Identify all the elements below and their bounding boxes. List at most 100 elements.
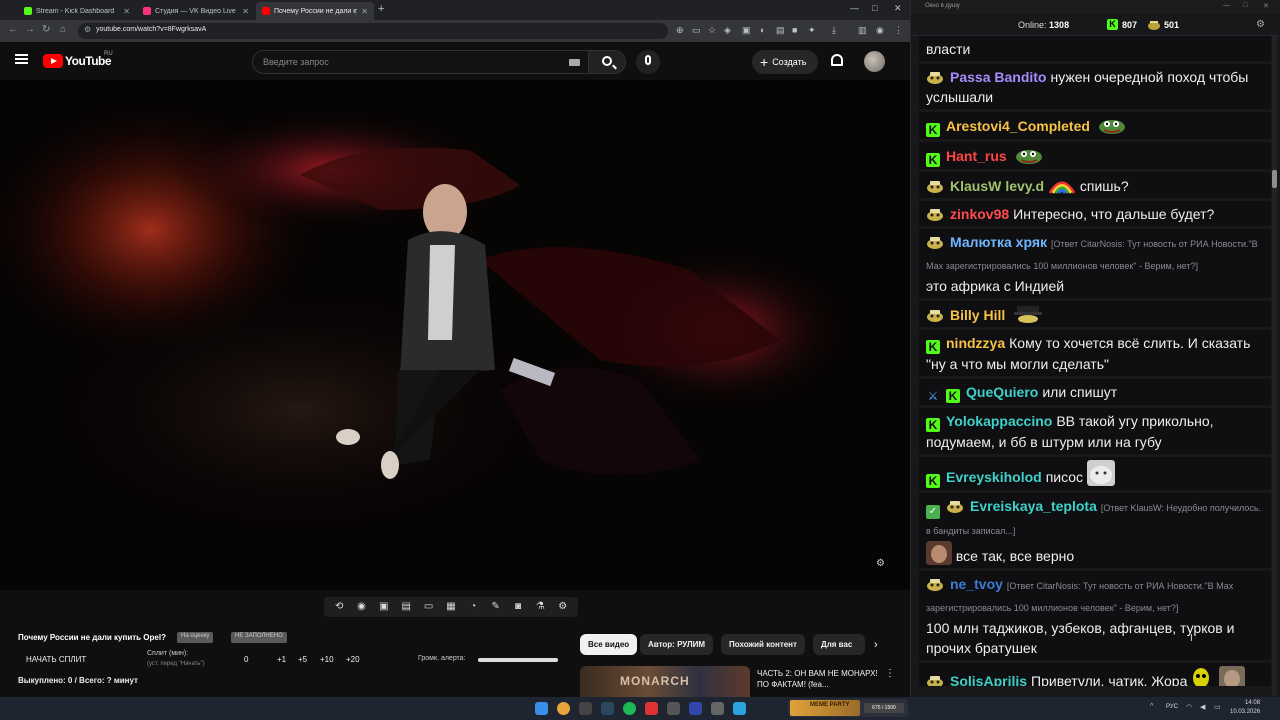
volume-icon[interactable]: ◀	[1200, 703, 1205, 711]
chat-username[interactable]: ne_tvoy	[950, 576, 1003, 592]
chat-username[interactable]: Arestovi4_Completed	[946, 118, 1090, 134]
chat-username[interactable]: QueQuiero	[966, 384, 1038, 400]
watch-icon[interactable]: ▣	[377, 601, 391, 613]
create-button[interactable]: + Создать	[752, 50, 818, 74]
alert-volume-slider[interactable]	[478, 658, 558, 662]
hamburger-menu-icon[interactable]	[15, 54, 28, 64]
tab-vk-studio[interactable]: Студия — VK Видео Live ✕	[137, 2, 255, 20]
close-window-icon[interactable]: ✕	[1263, 2, 1269, 10]
rating-pill[interactable]: На оценку	[177, 632, 214, 643]
clapper-icon[interactable]: ▤	[399, 601, 413, 613]
app-icon[interactable]	[579, 702, 592, 715]
chat-username[interactable]: SolisAprilis	[950, 673, 1027, 686]
split-plus-1-button[interactable]: +1	[277, 655, 286, 664]
close-window-icon[interactable]: ✕	[894, 3, 902, 14]
chat-username[interactable]: Yolokappaccino	[946, 413, 1052, 429]
status-pill[interactable]: НЕ ЗАПОЛНЕНО	[231, 632, 287, 643]
app-icon[interactable]	[689, 702, 702, 715]
minimize-icon[interactable]: —	[850, 3, 859, 13]
wifi-icon[interactable]: ◠	[1186, 703, 1192, 711]
chat-username[interactable]: KlausW	[950, 178, 1001, 194]
minimize-icon[interactable]: —	[1223, 2, 1230, 9]
profile-icon[interactable]: ◉	[876, 25, 884, 36]
flask-icon[interactable]: ⚗	[533, 601, 547, 613]
reload-icon[interactable]: ↻	[42, 24, 50, 35]
picture-in-picture-icon[interactable]: ▭	[422, 601, 436, 613]
new-tab-button[interactable]: +	[378, 3, 384, 15]
meme-party-widget[interactable]: MEME PARTY 675 / 1500	[788, 699, 908, 717]
edit-icon[interactable]: ✎	[489, 601, 503, 613]
chevron-right-icon[interactable]: ›	[874, 639, 878, 651]
maximize-icon[interactable]: □	[872, 3, 877, 13]
chat-username[interactable]: Billy Hill	[950, 307, 1005, 323]
extensions-puzzle-icon[interactable]: ✦	[808, 25, 816, 36]
youtube-logo-icon[interactable]	[43, 54, 63, 68]
chat-username[interactable]: Малютка хряк	[950, 234, 1047, 250]
chat-username[interactable]: Passa Bandito	[950, 69, 1046, 85]
chat-username[interactable]: levy.d	[1005, 178, 1044, 194]
split-plus-5-button[interactable]: +5	[298, 655, 307, 664]
close-tab-icon[interactable]: ✕	[242, 7, 249, 16]
url-field[interactable]: ⚙ youtube.com/watch?v=8FwgrksavA	[78, 23, 668, 39]
search-input[interactable]: Введите запрос	[252, 50, 590, 74]
extension-icon[interactable]: ▤	[776, 25, 785, 36]
more-options-icon[interactable]: ⋮	[885, 668, 895, 679]
search-button[interactable]	[588, 50, 626, 74]
notifications-bell-icon[interactable]	[831, 54, 843, 66]
chip-all-videos[interactable]: Все видео	[580, 634, 638, 655]
home-icon[interactable]: ⌂	[60, 24, 66, 35]
video-player[interactable]: ⚙	[0, 80, 910, 590]
extension-icon[interactable]: ▣	[742, 25, 751, 36]
chat-username[interactable]: Evreyskiholod	[946, 469, 1042, 485]
cast-icon[interactable]: ▭	[692, 25, 701, 36]
chat-username[interactable]: Hant_rus	[946, 148, 1007, 164]
avatar[interactable]	[864, 51, 885, 72]
filmstrip-icon[interactable]: ▦	[444, 601, 458, 613]
extension-icon[interactable]: ◐	[760, 25, 765, 35]
start-split-button[interactable]: НАЧАТЬ СПЛИТ	[26, 655, 86, 664]
chat-username[interactable]: zinkov98	[950, 206, 1009, 222]
chat-scrollbar[interactable]	[1272, 36, 1277, 696]
maximize-icon[interactable]: □	[1243, 2, 1247, 9]
keyboard-icon[interactable]	[569, 59, 580, 66]
chip-similar[interactable]: Похожий контент	[721, 634, 805, 655]
split-plus-10-button[interactable]: +10	[320, 655, 334, 664]
telegram-icon[interactable]	[733, 702, 746, 715]
app-icon[interactable]	[711, 702, 724, 715]
extension-icon[interactable]: ■	[792, 25, 797, 35]
tray-chevron-icon[interactable]: ^	[1150, 703, 1153, 710]
back-icon[interactable]: ←	[8, 24, 18, 35]
screenshot-icon[interactable]: ◙	[511, 601, 525, 613]
keyboard-language[interactable]: РУС	[1166, 704, 1178, 710]
extension-icon[interactable]: ◈	[724, 25, 731, 36]
tab-youtube-video[interactable]: Почему России не дали купить ✕	[256, 2, 374, 20]
player-settings-icon[interactable]: ⚙	[876, 558, 885, 569]
broadcast-icon[interactable]: ◉	[355, 601, 369, 613]
recommended-thumbnail[interactable]: MONARCH	[580, 666, 750, 697]
close-tab-icon[interactable]: ✕	[123, 7, 130, 16]
app-icon[interactable]	[645, 702, 658, 715]
browser-menu-icon[interactable]: ⋮	[894, 25, 903, 36]
windows-start-icon[interactable]	[535, 702, 548, 715]
zoom-icon[interactable]: ⊕	[676, 25, 684, 36]
split-plus-20-button[interactable]: +20	[346, 655, 360, 664]
steam-icon[interactable]	[601, 702, 614, 715]
forward-icon[interactable]: →	[25, 24, 35, 35]
tab-kick-dashboard[interactable]: Stream - Kick Dashboard ✕	[18, 2, 136, 20]
sidebar-icon[interactable]: ▥	[858, 25, 867, 36]
bookmark-star-icon[interactable]: ☆	[708, 25, 716, 36]
battery-icon[interactable]: ▭	[1214, 703, 1221, 711]
gear-icon[interactable]: ⚙	[556, 601, 570, 613]
loop-icon[interactable]: ⟲	[332, 601, 346, 613]
chat-settings-icon[interactable]: ⚙	[1256, 19, 1265, 30]
close-tab-icon[interactable]: ✕	[361, 7, 368, 16]
app-icon[interactable]	[667, 702, 680, 715]
downloads-icon[interactable]: ⤓	[832, 25, 836, 36]
site-info-icon[interactable]: ⚙	[84, 25, 91, 34]
chat-username[interactable]: nindzzya	[946, 335, 1005, 351]
chip-for-you[interactable]: Для вас	[813, 634, 865, 655]
chat-username[interactable]: Evreiskaya_teplota	[970, 498, 1097, 514]
recommended-title[interactable]: ЧАСТЬ 2: ОН ВАМ НЕ МОНАРХ! ПО ФАКТАМ! (f…	[757, 668, 882, 690]
spotify-icon[interactable]	[623, 702, 636, 715]
voice-search-button[interactable]	[636, 50, 660, 74]
